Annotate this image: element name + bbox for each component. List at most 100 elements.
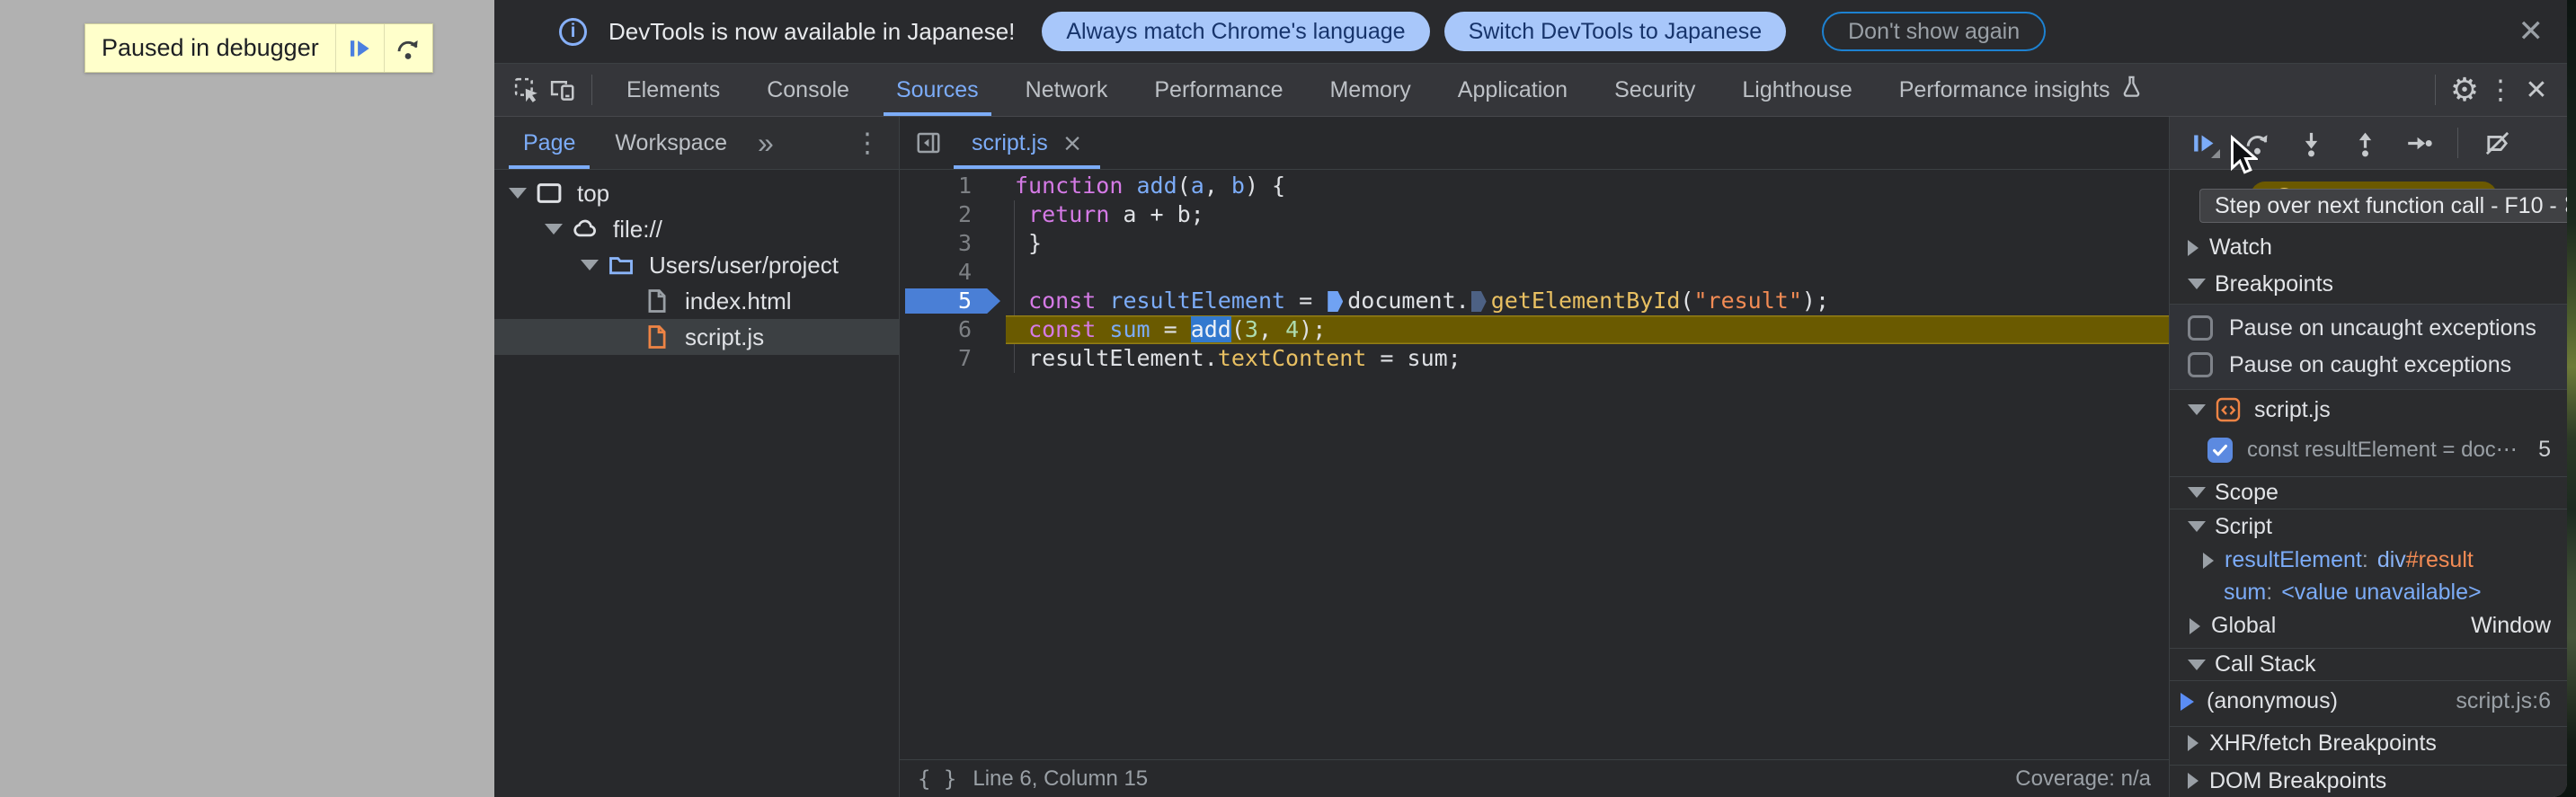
- breakpoint-file-group[interactable]: script.js: [2170, 390, 2567, 430]
- tab-sources[interactable]: Sources: [873, 64, 1002, 116]
- resume-script-button[interactable]: [334, 24, 384, 72]
- step-into-icon[interactable]: [2296, 128, 2326, 158]
- line-number[interactable]: 4: [900, 258, 1006, 287]
- line-number[interactable]: 6: [900, 315, 1006, 344]
- line-number[interactable]: 7: [900, 344, 1006, 373]
- expander-icon[interactable]: [509, 188, 527, 199]
- variable-name: resultElement: [2225, 547, 2362, 573]
- section-breakpoints[interactable]: Breakpoints: [2170, 265, 2567, 305]
- tab-network[interactable]: Network: [1002, 64, 1132, 116]
- section-dom-breakpoints[interactable]: DOM Breakpoints: [2170, 764, 2567, 797]
- expander-icon[interactable]: [581, 260, 599, 270]
- frame-name: (anonymous): [2207, 688, 2338, 714]
- breakpoint-entry-label: const resultElement = doc⋯: [2247, 438, 2518, 463]
- chevron-down-icon: [2188, 659, 2206, 670]
- chevron-down-icon: [2188, 487, 2206, 499]
- call-stack-frame[interactable]: (anonymous) script.js:6: [2170, 681, 2567, 722]
- current-frame-icon: [2181, 692, 2194, 711]
- tab-label: Lighthouse: [1742, 76, 1852, 102]
- scope-variable-sum[interactable]: sum: <value unavailable>: [2170, 577, 2567, 609]
- paused-in-debugger-banner: Paused in debugger: [84, 23, 433, 73]
- section-scope[interactable]: Scope: [2170, 475, 2567, 509]
- tab-application[interactable]: Application: [1435, 64, 1591, 116]
- inspect-icon[interactable]: [509, 64, 545, 116]
- nav-tab-page[interactable]: Page: [503, 117, 595, 169]
- scope-variable-resultelement[interactable]: resultElement: div #result: [2170, 545, 2567, 577]
- breakpoint-file-label: script.js: [2254, 396, 2331, 422]
- nav-tab-workspace[interactable]: Workspace: [595, 117, 747, 169]
- expander-icon[interactable]: [545, 224, 563, 235]
- scope-group-global[interactable]: Global Window: [2170, 609, 2567, 643]
- close-icon[interactable]: ✕: [2513, 16, 2550, 47]
- tree-item-label: Users/user/project: [649, 251, 839, 279]
- breakpoint-marker[interactable]: [905, 288, 1000, 314]
- hide-navigator-icon[interactable]: [909, 117, 948, 169]
- step-over-tooltip: Step over next function call - F10 - ⌘ ': [2199, 189, 2567, 223]
- scope-group-label: Global: [2211, 613, 2277, 639]
- tab-memory[interactable]: Memory: [1306, 64, 1434, 116]
- chevron-right-icon: [2188, 773, 2198, 790]
- debugger-panel: Watch Breakpoints Pause on uncaught exce…: [2169, 117, 2567, 797]
- checkbox[interactable]: [2188, 315, 2213, 341]
- infobar-action-button[interactable]: Always match Chrome's language: [1042, 12, 1430, 51]
- section-watch[interactable]: Watch: [2170, 230, 2567, 265]
- step-over-button[interactable]: [383, 24, 432, 72]
- section-call-stack[interactable]: Call Stack: [2170, 647, 2567, 682]
- dom-breakpoints-label: DOM Breakpoints: [2209, 767, 2387, 793]
- device-toolbar-icon[interactable]: [545, 64, 581, 116]
- tree-item-label: top: [577, 179, 610, 207]
- settings-gear-icon[interactable]: ⚙: [2447, 64, 2483, 116]
- tree-item-users-user-project[interactable]: Users/user/project: [494, 247, 899, 283]
- tree-item-index-html[interactable]: index.html: [494, 283, 899, 319]
- devtools-window: i DevTools is now available in Japanese!…: [494, 0, 2567, 797]
- pretty-print-icon[interactable]: { }: [918, 766, 956, 792]
- dont-show-again-button[interactable]: Don't show again: [1822, 12, 2047, 51]
- scope-group-script[interactable]: Script: [2170, 509, 2567, 545]
- line-number[interactable]: 5: [900, 287, 1006, 315]
- checkbox[interactable]: [2207, 437, 2233, 463]
- line-number[interactable]: 2: [900, 200, 1006, 229]
- code-editor[interactable]: 1 function add(a, b) {2 return a + b; 3 } 4…: [900, 170, 2169, 759]
- tree-item-file-[interactable]: file://: [494, 211, 899, 247]
- exception-option[interactable]: Pause on uncaught exceptions: [2170, 310, 2567, 347]
- close-devtools-icon[interactable]: ✕: [2518, 64, 2554, 116]
- script-file-icon: [2215, 396, 2242, 423]
- tree-item-script-js[interactable]: script.js: [494, 319, 899, 355]
- exception-option-label: Pause on uncaught exceptions: [2229, 314, 2536, 341]
- tree-item-top[interactable]: top: [494, 175, 899, 211]
- inline-breakpoint-marker[interactable]: [1328, 291, 1344, 312]
- dropdown-corner-icon: [2211, 149, 2220, 158]
- breakpoint-entry[interactable]: const resultElement = doc⋯ 5: [2170, 430, 2567, 470]
- file-js-icon: [644, 323, 674, 350]
- step-over-icon[interactable]: [2242, 128, 2272, 158]
- step-icon[interactable]: [2403, 128, 2434, 158]
- chevron-right-icon[interactable]: [2203, 552, 2214, 569]
- open-file-tab[interactable]: script.js ×: [954, 117, 1101, 169]
- tab-console[interactable]: Console: [743, 64, 873, 116]
- breakpoint-line-number: 5: [2538, 437, 2551, 463]
- tab-lighthouse[interactable]: Lighthouse: [1719, 64, 1875, 116]
- exception-option[interactable]: Pause on caught exceptions: [2170, 347, 2567, 384]
- checkbox[interactable]: [2188, 352, 2213, 378]
- code-text: function add(a, b) {: [1015, 173, 1286, 199]
- tab-elements[interactable]: Elements: [603, 64, 743, 116]
- more-menu-icon[interactable]: ⋮: [2483, 64, 2518, 116]
- tab-performance-insights[interactable]: Performance insights: [1876, 64, 2167, 116]
- inline-breakpoint-marker[interactable]: [1470, 291, 1487, 312]
- infobar-action-button[interactable]: Switch DevTools to Japanese: [1443, 12, 1787, 51]
- infobar-message: DevTools is now available in Japanese!: [608, 17, 1016, 45]
- info-icon: i: [559, 17, 587, 46]
- line-number[interactable]: 3: [900, 229, 1006, 258]
- step-out-icon[interactable]: [2349, 128, 2380, 158]
- editor-panel: script.js × 1 function add(a, b) {2 retur…: [900, 117, 2169, 797]
- navigator-menu-icon[interactable]: ⋮: [836, 117, 899, 169]
- section-xhr-breakpoints[interactable]: XHR/fetch Breakpoints: [2170, 726, 2567, 759]
- more-tabs-icon[interactable]: »: [747, 117, 785, 169]
- close-tab-icon[interactable]: ×: [1062, 129, 1083, 157]
- tab-security[interactable]: Security: [1591, 64, 1719, 116]
- tab-performance[interactable]: Performance: [1131, 64, 1306, 116]
- resume-icon[interactable]: [2188, 128, 2220, 158]
- code-text: }: [1015, 230, 1043, 256]
- deactivate-breakpoints-icon[interactable]: [2482, 128, 2512, 158]
- line-number[interactable]: 1: [900, 172, 1006, 200]
